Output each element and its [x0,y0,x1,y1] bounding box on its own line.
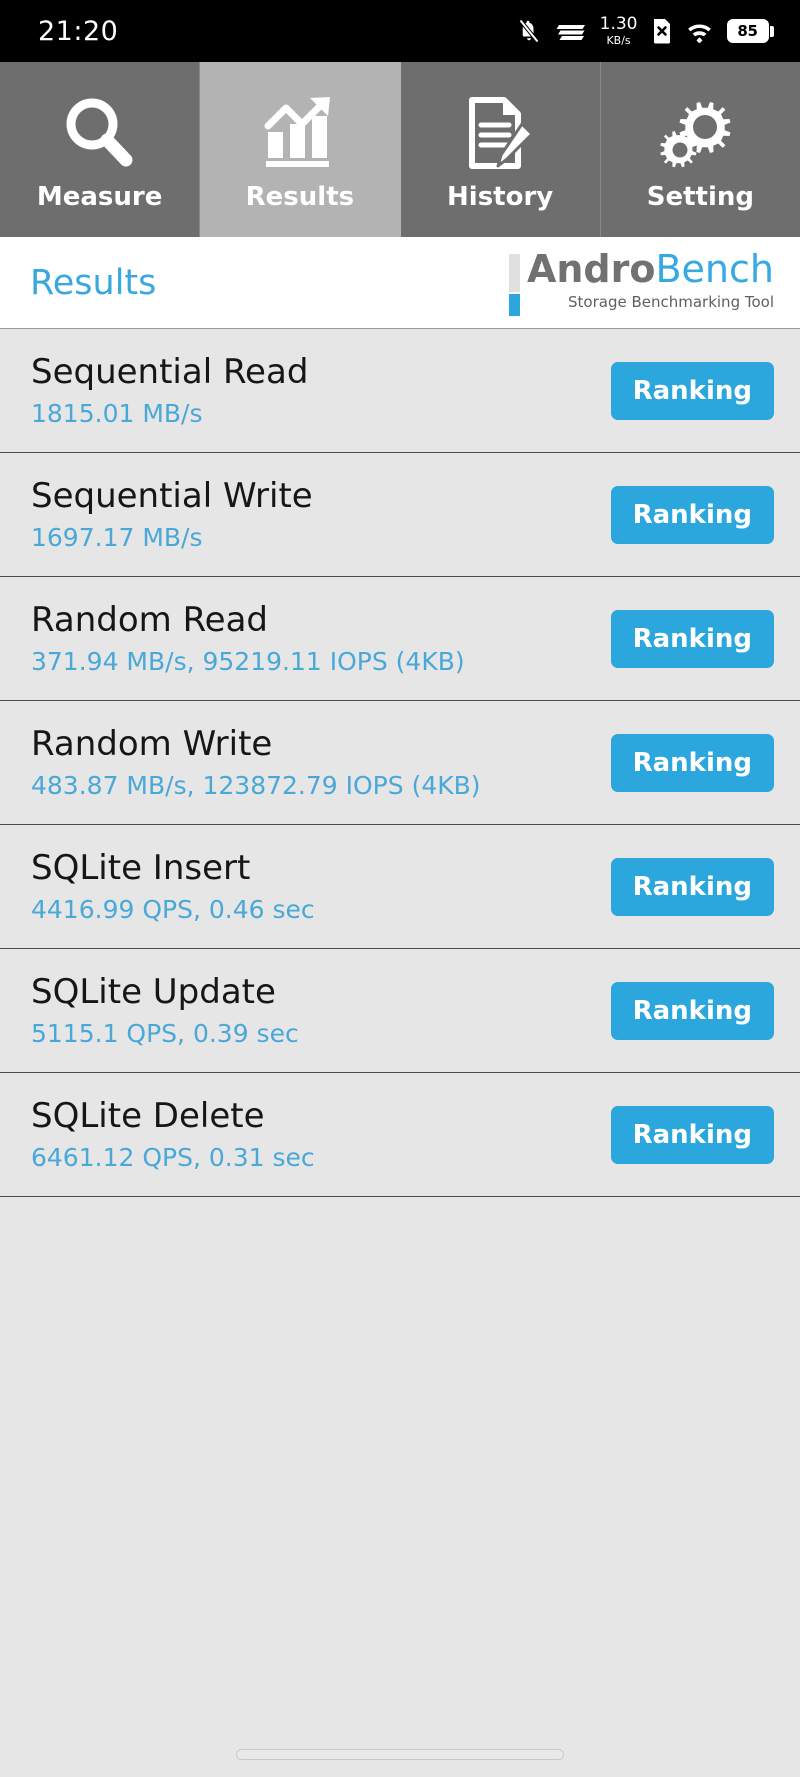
bell-slash-icon [517,18,541,44]
result-title: SQLite Delete [31,1095,265,1136]
tab-setting[interactable]: Setting [600,62,800,237]
result-value: 5115.1 QPS, 0.39 sec [31,1018,299,1048]
ranking-button[interactable]: Ranking [610,733,774,792]
result-title: SQLite Update [31,971,276,1012]
result-value: 6461.12 QPS, 0.31 sec [31,1142,315,1172]
table-row[interactable]: SQLite Update 5115.1 QPS, 0.39 sec Ranki… [0,949,800,1073]
tab-measure[interactable]: Measure [0,62,201,237]
main-tab-bar: Measure Results History Setting [0,62,800,237]
ranking-button[interactable]: Ranking [610,361,774,420]
result-value: 1815.01 MB/s [31,398,203,428]
page-header: Results AndroBench Storage Benchmarking … [0,237,800,329]
wifi-icon [685,19,715,43]
result-value: 4416.99 QPS, 0.46 sec [31,894,315,924]
result-title: Random Write [31,723,273,764]
result-value: 483.87 MB/s, 123872.79 IOPS (4KB) [31,770,481,800]
result-title: Random Read [31,599,269,640]
page-title: Results [30,262,157,303]
tab-history[interactable]: History [400,62,601,237]
result-value: 371.94 MB/s, 95219.11 IOPS (4KB) [31,646,465,676]
ranking-button[interactable]: Ranking [610,485,774,544]
document-pencil-icon [460,94,540,172]
result-info: SQLite Insert 4416.99 QPS, 0.46 sec [31,847,315,924]
logo-subtitle: Storage Benchmarking Tool [568,292,774,311]
ranking-button[interactable]: Ranking [610,857,774,916]
androbench-logo: AndroBench Storage Benchmarking Tool [508,250,774,316]
table-row[interactable]: SQLite Insert 4416.99 QPS, 0.46 sec Rank… [0,825,800,949]
status-clock: 21:20 [38,15,119,47]
result-title: SQLite Insert [31,847,251,888]
gears-icon [660,94,740,172]
result-title: Sequential Write [31,475,313,516]
tab-measure-label: Measure [36,181,163,212]
logo-wordmark: AndroBench [527,250,774,288]
tab-history-label: History [447,181,554,212]
result-info: Random Write 483.87 MB/s, 123872.79 IOPS… [31,723,481,800]
logo-word-andro: Andro [526,246,656,291]
logo-word-bench: Bench [655,246,774,291]
table-row[interactable]: Sequential Write 1697.17 MB/s Ranking [0,453,800,577]
bar-chart-arrow-icon [260,94,340,172]
tab-setting-label: Setting [646,181,754,212]
home-gesture-pill[interactable] [236,1748,564,1760]
network-speed-unit: KB/s [606,34,631,47]
table-row[interactable]: Sequential Read 1815.01 MB/s Ranking [0,329,800,453]
tab-results-label: Results [245,181,355,212]
ranking-button[interactable]: Ranking [610,981,774,1040]
status-icon-group: 1.30 KB/s 85 [517,16,774,46]
result-info: SQLite Delete 6461.12 QPS, 0.31 sec [31,1095,315,1172]
table-row[interactable]: SQLite Delete 6461.12 QPS, 0.31 sec Rank… [0,1073,800,1197]
tab-results[interactable]: Results [200,62,401,237]
result-info: Sequential Read 1815.01 MB/s [31,351,309,428]
sd-card-x-icon [651,18,673,44]
magnifier-icon [60,94,140,172]
signal-bars-icon [553,19,587,43]
network-speed-value: 1.30 [599,14,638,34]
network-speed-indicator: 1.30 KB/s [599,14,638,47]
results-list: Sequential Read 1815.01 MB/s Ranking Seq… [0,329,800,1731]
system-navigation-bar [0,1731,800,1777]
result-title: Sequential Read [31,351,309,392]
androbench-app: 21:20 1.30 KB/s 85 Measure Results Histo… [0,0,800,1777]
table-row[interactable]: Random Write 483.87 MB/s, 123872.79 IOPS… [0,701,800,825]
result-info: SQLite Update 5115.1 QPS, 0.39 sec [31,971,299,1048]
battery-level-label: 85 [737,22,758,40]
result-info: Sequential Write 1697.17 MB/s [31,475,313,552]
ranking-button[interactable]: Ranking [610,609,774,668]
result-value: 1697.17 MB/s [31,522,203,552]
result-info: Random Read 371.94 MB/s, 95219.11 IOPS (… [31,599,465,676]
ranking-button[interactable]: Ranking [610,1105,774,1164]
status-bar: 21:20 1.30 KB/s 85 [0,0,800,62]
table-row[interactable]: Random Read 371.94 MB/s, 95219.11 IOPS (… [0,577,800,701]
logo-text: AndroBench Storage Benchmarking Tool [527,250,774,311]
logo-bars-icon [508,250,520,316]
battery-icon: 85 [726,19,774,43]
